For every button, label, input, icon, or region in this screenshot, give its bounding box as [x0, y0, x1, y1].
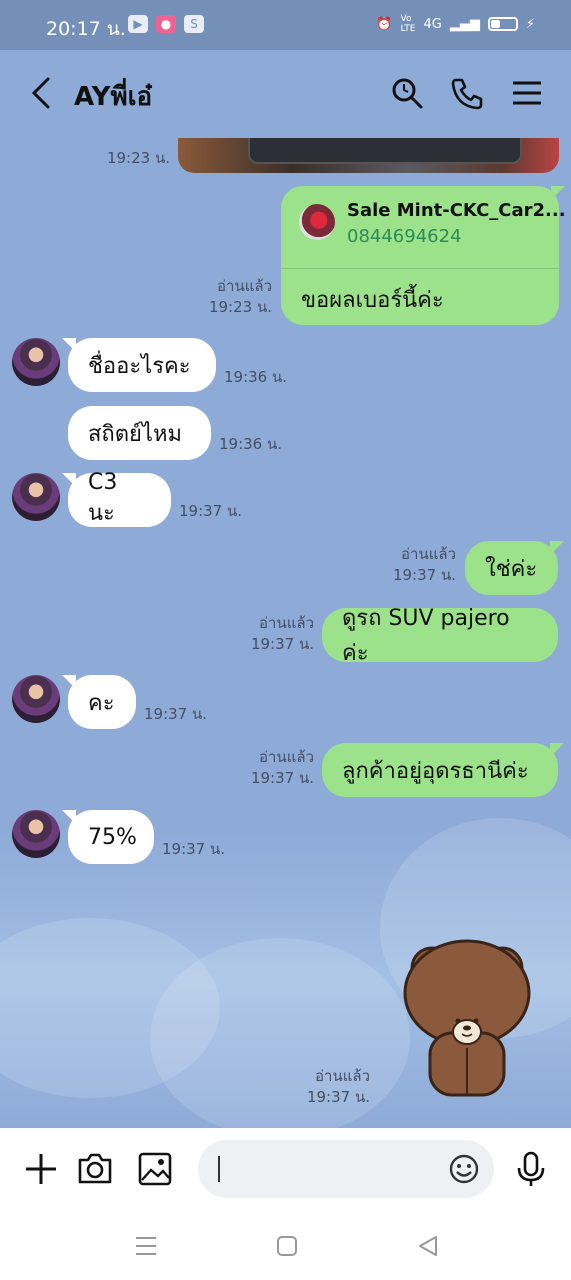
microphone-icon[interactable]: [512, 1150, 550, 1188]
status-system-icons: ⏰ Vo LTE 4G ▂▄▆ ⚡: [376, 14, 535, 34]
message-time: 19:37 น.: [144, 705, 208, 723]
photo-content: [248, 138, 522, 164]
message-text: คะ: [88, 690, 115, 716]
charging-icon: ⚡: [525, 16, 535, 32]
incoming-message-bubble[interactable]: ชื่ออะไรคะ: [62, 338, 216, 392]
volte-icon: Vo LTE: [400, 14, 416, 34]
contact-name[interactable]: AYพี่เอ๋: [74, 76, 152, 117]
avatar[interactable]: [12, 473, 60, 521]
avatar[interactable]: [12, 338, 60, 386]
message-time: 19:23 น.: [106, 149, 170, 167]
search-icon[interactable]: [390, 76, 424, 110]
message-text: C3 นะ: [88, 470, 118, 526]
message-time: 19:37 น.: [392, 566, 456, 584]
avatar[interactable]: [12, 810, 60, 858]
network-label: 4G: [423, 16, 442, 32]
message-time: 19:36 น.: [224, 368, 288, 386]
message-time: 19:37 น.: [162, 840, 226, 858]
message-input[interactable]: [198, 1140, 494, 1198]
message-meta: อ่านแล้ว 19:37 น.: [360, 544, 456, 586]
s-app-icon: S: [184, 15, 204, 33]
read-receipt: อ่านแล้ว: [315, 1067, 370, 1085]
message-text: 75%: [88, 824, 137, 850]
message-time: 19:23 น.: [208, 298, 272, 316]
text-caret: [218, 1156, 220, 1182]
incoming-message-bubble[interactable]: คะ: [62, 675, 136, 729]
menu-icon[interactable]: [510, 76, 544, 110]
photo-message[interactable]: [178, 138, 559, 173]
status-time: 20:17 น.: [46, 18, 126, 40]
camera-icon[interactable]: [76, 1150, 114, 1188]
home-icon[interactable]: [275, 1234, 299, 1258]
contact-card-avatar: [299, 204, 335, 240]
system-nav-bar: [0, 1212, 571, 1280]
battery-icon: [487, 17, 518, 31]
read-receipt: อ่านแล้ว: [259, 748, 314, 766]
message-meta: อ่านแล้ว 19:37 น.: [300, 1066, 370, 1108]
incoming-message-bubble[interactable]: C3 นะ: [62, 470, 171, 527]
avatar[interactable]: [12, 675, 60, 723]
status-bar: 20:17 น. ▶ ● S ⏰ Vo LTE 4G ▂▄▆ ⚡: [0, 0, 571, 50]
divider: [281, 268, 559, 269]
read-receipt: อ่านแล้ว: [401, 545, 456, 563]
message-text: สถิตย์ไหม: [88, 421, 182, 447]
message-text: ใช่ค่ะ: [485, 556, 538, 582]
message-text: ชื่ออะไรคะ: [88, 353, 191, 379]
message-time: 19:37 น.: [179, 502, 243, 520]
message-text: ขอผลเบอร์นี้ค่ะ: [301, 288, 444, 313]
message-text: ลูกค้าอยู่อุดรธานีค่ะ: [342, 758, 529, 784]
message-text: ดูรถ SUV pajero ค่ะ: [342, 606, 510, 666]
signal-icon: ▂▄▆: [449, 16, 480, 32]
brown-bear-sticker[interactable]: [402, 938, 532, 1103]
chat-area[interactable]: 19:23 น. อ่านแล้ว 19:23 น. Sale Mint-CKC…: [0, 138, 571, 1128]
contact-card-message[interactable]: Sale Mint-CKC_Car2... 0844694624 ขอผลเบอ…: [281, 186, 566, 325]
alarm-icon: ⏰: [376, 16, 393, 32]
outgoing-message-bubble[interactable]: ลูกค้าอยู่อุดรธานีค่ะ: [322, 743, 564, 797]
message-input-bar: [0, 1128, 571, 1212]
message-time: 19:37 น.: [306, 1088, 370, 1106]
message-meta: อ่านแล้ว 19:37 น.: [220, 613, 314, 655]
outgoing-message-bubble[interactable]: ดูรถ SUV pajero ค่ะ: [322, 606, 558, 666]
line-icon: ●: [156, 15, 176, 33]
message-time: 19:37 น.: [250, 769, 314, 787]
background-cloud: [150, 938, 410, 1128]
back-icon[interactable]: [28, 76, 58, 110]
message-time: 19:37 น.: [250, 635, 314, 653]
contact-card-name: Sale Mint-CKC_Car2...: [347, 200, 566, 221]
outgoing-message-bubble[interactable]: ใช่ค่ะ: [465, 541, 564, 595]
plus-icon[interactable]: [22, 1150, 60, 1188]
read-receipt: อ่านแล้ว: [217, 277, 272, 295]
chat-header: AYพี่เอ๋: [0, 50, 571, 138]
youtube-icon: ▶: [128, 15, 148, 33]
read-receipt: อ่านแล้ว: [259, 614, 314, 632]
message-time: 19:36 น.: [219, 435, 283, 453]
back-nav-icon[interactable]: [416, 1234, 440, 1258]
gallery-icon[interactable]: [136, 1150, 174, 1188]
phone-icon[interactable]: [450, 76, 484, 110]
recent-apps-icon[interactable]: [134, 1234, 158, 1258]
message-meta: อ่านแล้ว 19:23 น.: [170, 276, 272, 318]
contact-card-phone[interactable]: 0844694624: [347, 226, 462, 247]
incoming-message-bubble[interactable]: 75%: [62, 810, 154, 864]
message-meta: อ่านแล้ว 19:37 น.: [220, 747, 314, 789]
status-app-icons: ▶ ● S: [128, 15, 204, 33]
incoming-message-bubble[interactable]: สถิตย์ไหม: [68, 406, 211, 460]
emoji-icon[interactable]: [448, 1153, 480, 1185]
